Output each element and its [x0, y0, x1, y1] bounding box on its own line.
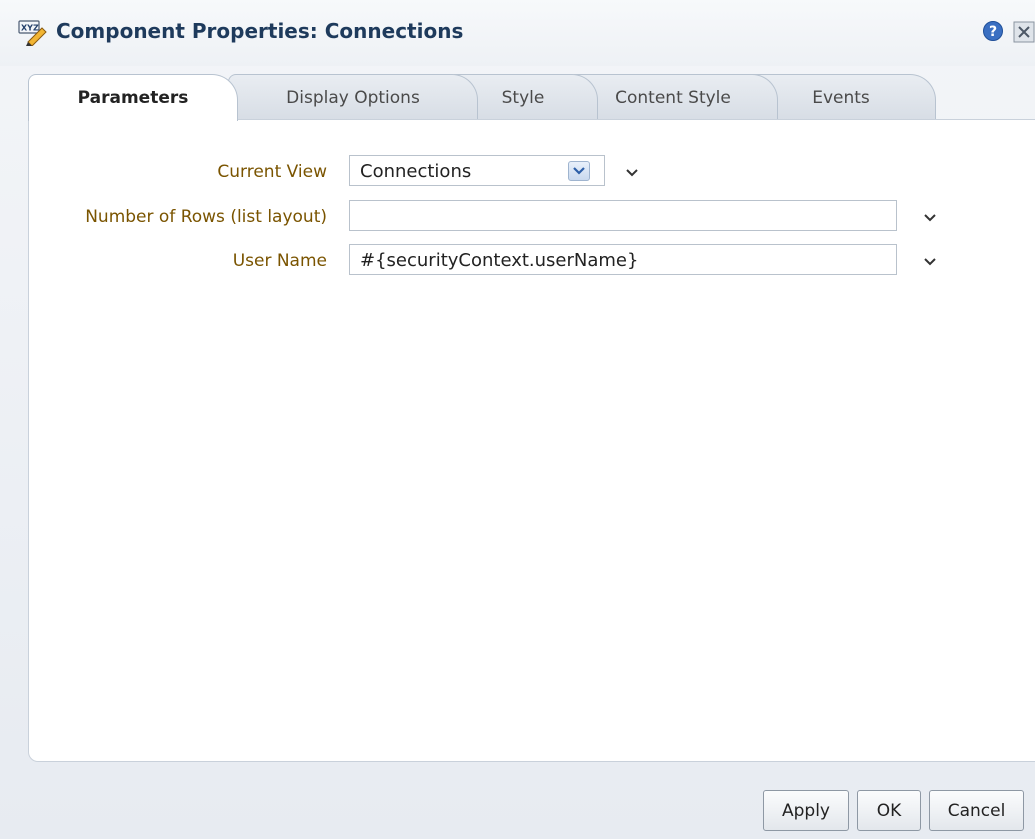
dialog-footer: Apply OK Cancel [0, 780, 1035, 839]
user-name-input[interactable]: #{securityContext.userName} [349, 244, 897, 275]
chevron-down-icon[interactable] [923, 257, 937, 267]
parameters-panel: Current View Connections Number of Rows … [28, 119, 1035, 762]
cancel-button[interactable]: Cancel [929, 790, 1024, 831]
apply-button[interactable]: Apply [763, 790, 849, 831]
tab-display-options[interactable]: Display Options [228, 74, 478, 120]
chevron-down-icon[interactable] [625, 168, 639, 178]
svg-text:?: ? [989, 24, 997, 40]
current-view-row: Current View Connections [29, 155, 1035, 189]
rows-label: Number of Rows (list layout) [85, 207, 327, 227]
dialog-titlebar: XYZ Component Properties: Connections ? [0, 0, 1035, 66]
user-name-label: User Name [232, 251, 327, 271]
tab-content-style[interactable]: Content Style [568, 74, 778, 120]
tab-strip: Events Content Style Style Display Optio… [28, 74, 1028, 121]
current-view-select[interactable]: Connections [349, 155, 605, 186]
select-dropdown-icon[interactable] [568, 161, 590, 181]
ok-button[interactable]: OK [857, 790, 921, 831]
svg-text:XYZ: XYZ [21, 24, 39, 33]
dialog-title: Component Properties: Connections [56, 19, 464, 43]
xyz-pencil-icon: XYZ [18, 20, 47, 46]
chevron-down-icon[interactable] [923, 213, 937, 223]
close-icon[interactable] [1013, 21, 1035, 43]
user-name-row: User Name #{securityContext.userName} [29, 244, 1035, 278]
rows-row: Number of Rows (list layout) [29, 200, 1035, 234]
current-view-label: Current View [217, 162, 327, 182]
current-view-value: Connections [360, 161, 472, 182]
rows-input[interactable] [349, 200, 897, 231]
help-icon[interactable]: ? [982, 20, 1004, 42]
tab-parameters[interactable]: Parameters [28, 74, 238, 121]
